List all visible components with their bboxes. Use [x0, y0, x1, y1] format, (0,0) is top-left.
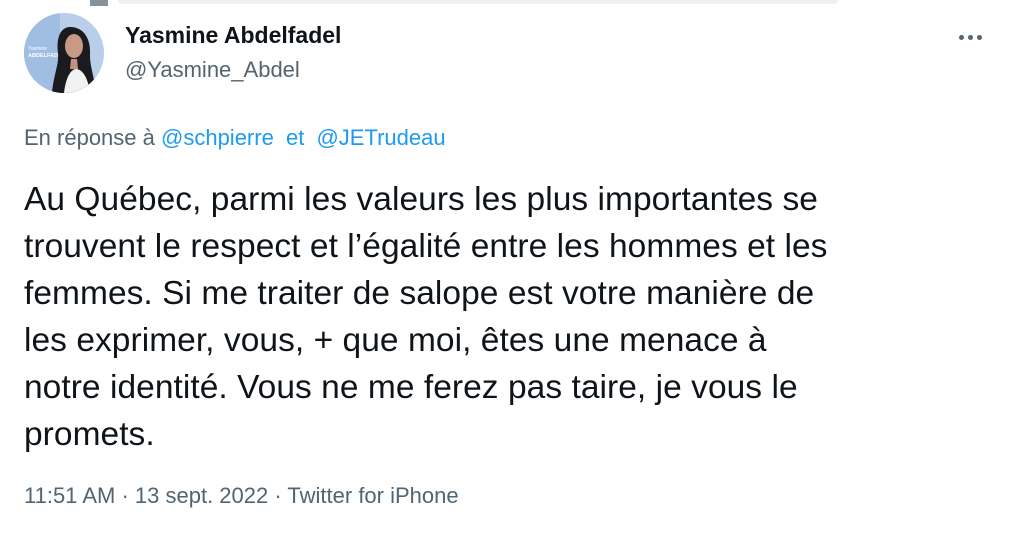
tweet-date[interactable]: 13 sept. 2022 — [135, 483, 268, 508]
tweet-metadata: 11:51 AM · 13 sept. 2022 · Twitter for i… — [24, 483, 459, 509]
meta-separator: · — [121, 483, 129, 508]
tweet-time[interactable]: 11:51 AM — [24, 483, 115, 508]
tweet-text: Au Québec, parmi les valeurs les plus im… — [24, 176, 1014, 458]
dot — [976, 34, 982, 40]
mention-separator: et — [285, 125, 305, 150]
tweet-source[interactable]: Twitter for iPhone — [287, 483, 458, 508]
tweet-text-line: femmes. Si me traiter de salope est votr… — [24, 275, 815, 312]
thread-line — [90, 0, 108, 6]
tweet-text-line: les exprimer, vous, + que moi, êtes une … — [24, 322, 767, 359]
tweet-text-line: promets. — [24, 416, 155, 453]
tweet-text-line: trouvent le respect et l’égalité entre l… — [24, 228, 828, 265]
tweet: Yasmine ABDELFADEL Yasmine Abdelfadel @Y… — [0, 0, 1032, 538]
tweet-text-line: Au Québec, parmi les valeurs les plus im… — [24, 181, 818, 218]
profile-photo: Yasmine ABDELFADEL — [24, 13, 104, 93]
dot — [958, 34, 964, 40]
mention-link-schpierre[interactable]: @schpierre — [161, 125, 274, 150]
mention-link-jetrudeau[interactable]: @JETrudeau — [316, 125, 445, 150]
avatar[interactable]: Yasmine ABDELFADEL — [24, 13, 104, 93]
meta-separator: · — [274, 483, 282, 508]
dot — [967, 34, 973, 40]
tweet-text-line: notre identité. Vous ne me ferez pas tai… — [24, 369, 798, 406]
author-handle[interactable]: @Yasmine_Abdel — [125, 57, 300, 83]
reply-prefix: En réponse à — [24, 125, 155, 150]
more-dots-icon[interactable] — [950, 22, 990, 52]
author-name[interactable]: Yasmine Abdelfadel — [125, 22, 341, 49]
avatar-text: Yasmine — [28, 46, 47, 52]
reply-context: En réponse à @schpierre et @JETrudeau — [24, 125, 446, 151]
previous-tweet-fragment — [118, 0, 838, 4]
